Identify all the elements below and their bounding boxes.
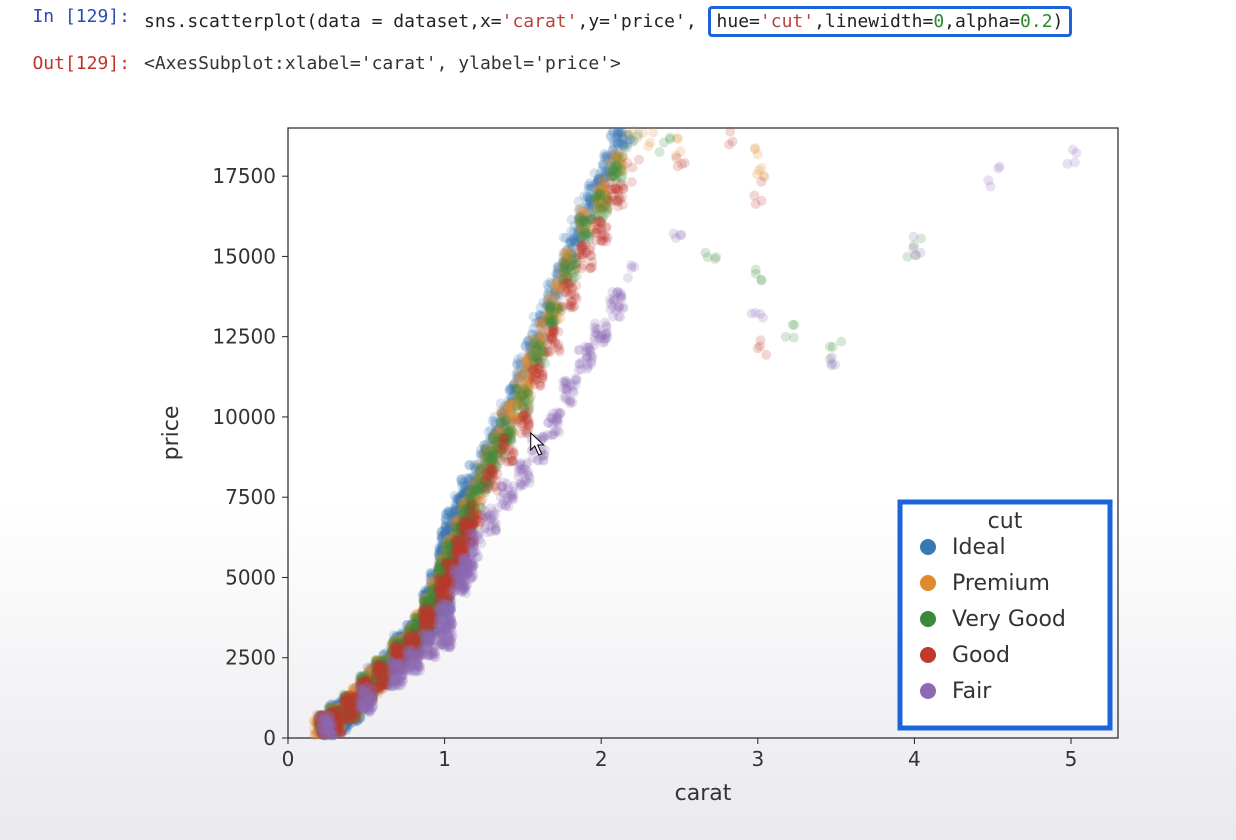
- input-prompt: In [129]:: [10, 6, 144, 27]
- y-axis: 025005000750010000125001500017500: [212, 164, 288, 750]
- output-prompt: Out[129]:: [10, 53, 144, 74]
- code-line[interactable]: sns.scatterplot(data = dataset,x='carat'…: [144, 6, 1226, 37]
- legend-swatch: [920, 647, 936, 663]
- jupyter-input-cell: In [129]: sns.scatterplot(data = dataset…: [0, 0, 1236, 37]
- y-axis-label: price: [159, 406, 184, 461]
- legend-swatch: [920, 575, 936, 591]
- legend-swatch: [920, 683, 936, 699]
- legend-label: Ideal: [952, 535, 1006, 560]
- x-axis: 012345: [282, 738, 1078, 771]
- legend-swatch: [920, 539, 936, 555]
- output-text: <AxesSubplot:xlabel='carat', ylabel='pri…: [144, 53, 1226, 74]
- legend-label: Fair: [952, 679, 992, 704]
- legend-title: cut: [988, 509, 1023, 534]
- code-highlight-box: hue='cut',linewidth=0,alpha=0.2): [708, 6, 1073, 37]
- jupyter-output-cell: Out[129]: <AxesSubplot:xlabel='carat', y…: [0, 47, 1236, 74]
- legend-swatch: [920, 611, 936, 627]
- legend-label: Premium: [952, 571, 1050, 596]
- legend-label: Good: [952, 643, 1010, 668]
- legend-label: Very Good: [952, 607, 1066, 632]
- x-axis-label: carat: [675, 781, 732, 806]
- legend: cutIdeal Premium Very Good Good Fair: [900, 502, 1110, 728]
- scatterplot-figure: 012345025005000750010000125001500017500 c…: [140, 110, 1220, 830]
